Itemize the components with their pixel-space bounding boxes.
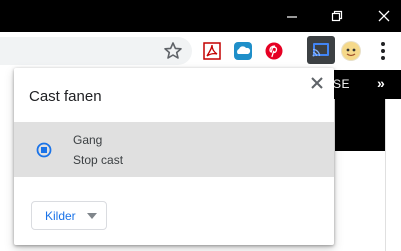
close-dialog-icon[interactable] (310, 76, 324, 90)
bookmark-item[interactable]: SE (333, 77, 350, 91)
kebab-menu-icon[interactable] (378, 42, 388, 60)
sink-status: Stop cast (73, 153, 124, 167)
cast-sink-item[interactable]: Gang Stop cast (14, 122, 334, 177)
restore-button[interactable] (317, 0, 357, 32)
stop-cast-icon[interactable] (36, 142, 52, 158)
dialog-title: Cast fanen (29, 88, 102, 105)
profile-avatar-icon[interactable] (341, 41, 361, 61)
acrobat-pdf-icon[interactable] (202, 41, 222, 61)
bookmarks-overflow-chevron[interactable]: » (377, 75, 385, 91)
cast-toolbar-button[interactable] (307, 36, 335, 64)
chevron-down-icon (87, 213, 97, 219)
sink-name: Gang (73, 133, 103, 147)
bookmark-star-icon[interactable] (163, 41, 183, 61)
minimize-button[interactable] (272, 0, 312, 32)
minimize-icon (287, 16, 297, 18)
window-titlebar (0, 0, 401, 32)
cloud-extension-icon[interactable] (233, 41, 253, 61)
pinterest-icon[interactable] (264, 41, 284, 61)
close-icon (378, 10, 390, 22)
close-window-button[interactable] (364, 0, 401, 32)
sources-dropdown-button[interactable]: Kilder (31, 201, 107, 230)
page-scroll-divider (385, 99, 386, 251)
cast-icon (312, 43, 329, 57)
sources-label: Kilder (45, 209, 76, 223)
page-dark-block (335, 99, 386, 151)
cast-dialog: Cast fanen Gang Stop cast Kilder (14, 68, 334, 245)
restore-icon (331, 10, 343, 22)
